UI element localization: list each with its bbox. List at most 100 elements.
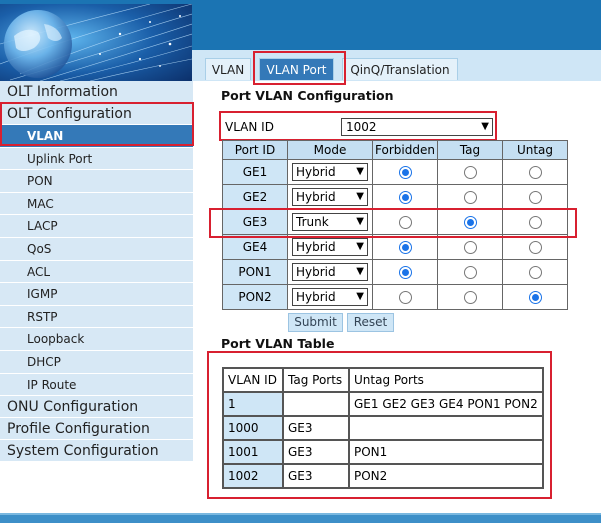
table-row: 1001 GE3 PON1 xyxy=(222,439,544,465)
untag-radio[interactable] xyxy=(528,291,542,304)
table-row: 1002 GE3 PON2 xyxy=(222,463,544,489)
sidebar-item-pon[interactable]: PON xyxy=(0,170,193,193)
vlan-id-select[interactable]: 1002 ▼ xyxy=(341,118,493,136)
sidebar-item-qos[interactable]: QoS xyxy=(0,237,193,261)
untag-ports-cell: PON2 xyxy=(348,463,544,489)
tag-cell xyxy=(437,184,503,210)
logo-globe-image xyxy=(0,4,192,81)
mode-cell: Hybrid ▼ xyxy=(287,259,373,285)
port-id-cell: PON2 xyxy=(222,284,288,310)
sidebar-item-mac[interactable]: MAC xyxy=(0,192,193,216)
table-row: GE2 Hybrid ▼ xyxy=(222,184,568,210)
section-title-port-vlan-table: Port VLAN Table xyxy=(221,336,335,351)
reset-button[interactable]: Reset xyxy=(347,313,394,332)
forbidden-radio[interactable] xyxy=(398,191,412,204)
mode-select[interactable]: Hybrid ▼ xyxy=(292,263,368,281)
tag-ports-cell: GE3 xyxy=(282,439,350,465)
tag-cell xyxy=(437,259,503,285)
sidebar-item-rstp[interactable]: RSTP xyxy=(0,305,193,329)
port-id-cell: GE2 xyxy=(222,184,288,210)
tag-radio[interactable] xyxy=(463,291,477,304)
mode-select-value: Hybrid xyxy=(296,240,336,254)
tag-radio[interactable] xyxy=(463,166,477,179)
untag-radio[interactable] xyxy=(528,241,542,254)
forbidden-cell xyxy=(372,184,438,210)
tag-radio[interactable] xyxy=(463,266,477,279)
table-row: 1 GE1 GE2 GE3 GE4 PON1 PON2 xyxy=(222,391,544,417)
forbidden-cell xyxy=(372,284,438,310)
table-row: GE4 Hybrid ▼ xyxy=(222,234,568,260)
submit-button[interactable]: Submit xyxy=(288,313,343,332)
untag-radio[interactable] xyxy=(528,191,542,204)
untag-cell xyxy=(502,159,568,185)
header-port-id: Port ID xyxy=(222,140,288,160)
table-row: PON1 Hybrid ▼ xyxy=(222,259,568,285)
bottom-border xyxy=(0,513,601,523)
chevron-down-icon: ▼ xyxy=(356,266,364,277)
untag-cell xyxy=(502,259,568,285)
sidebar-item-uplink-port[interactable]: Uplink Port xyxy=(0,147,193,171)
port-id-cell: GE4 xyxy=(222,234,288,260)
chevron-down-icon: ▼ xyxy=(356,291,364,302)
table-row: PON2 Hybrid ▼ xyxy=(222,284,568,310)
mode-select[interactable]: Hybrid ▼ xyxy=(292,188,368,206)
sidebar-item-system-configuration[interactable]: System Configuration xyxy=(0,440,193,463)
sidebar-item-onu-configuration[interactable]: ONU Configuration xyxy=(0,396,193,419)
mode-select-value: Hybrid xyxy=(296,265,336,279)
mode-select[interactable]: Hybrid ▼ xyxy=(292,238,368,256)
tab-vlan[interactable]: VLAN xyxy=(205,58,251,80)
table-row: GE1 Hybrid ▼ xyxy=(222,159,568,185)
vlan-id-label: VLAN ID xyxy=(225,120,274,134)
sidebar-item-olt-information[interactable]: OLT Information xyxy=(0,81,193,103)
untag-ports-cell: GE1 GE2 GE3 GE4 PON1 PON2 xyxy=(348,391,544,417)
sidebar-item-loopback[interactable]: Loopback xyxy=(0,328,193,351)
header-untag: Untag xyxy=(502,140,568,160)
page: OLT Information OLT Configuration VLAN U… xyxy=(0,0,601,523)
forbidden-radio[interactable] xyxy=(398,241,412,254)
sidebar-item-igmp[interactable]: IGMP xyxy=(0,283,193,306)
mode-select[interactable]: Hybrid ▼ xyxy=(292,288,368,306)
mode-cell: Hybrid ▼ xyxy=(287,184,373,210)
header-vlan-id: VLAN ID xyxy=(222,367,284,393)
header-bar xyxy=(192,4,601,50)
sidebar-item-dhcp[interactable]: DHCP xyxy=(0,350,193,374)
forbidden-radio[interactable] xyxy=(398,166,412,179)
untag-radio[interactable] xyxy=(528,266,542,279)
header-forbidden: Forbidden xyxy=(372,140,438,160)
tag-cell xyxy=(437,159,503,185)
tag-cell xyxy=(437,284,503,310)
forbidden-radio[interactable] xyxy=(398,266,412,279)
untag-radio[interactable] xyxy=(528,166,542,179)
tab-qinq-translation[interactable]: QinQ/Translation xyxy=(342,58,458,80)
highlight-box-ge3-row xyxy=(209,208,577,238)
sidebar-item-lacp[interactable]: LACP xyxy=(0,215,193,238)
sidebar-item-profile-configuration[interactable]: Profile Configuration xyxy=(0,418,193,441)
highlight-box-olt-configuration xyxy=(0,102,194,146)
header-tag: Tag xyxy=(437,140,503,160)
mode-select-value: Hybrid xyxy=(296,190,336,204)
forbidden-radio[interactable] xyxy=(398,291,412,304)
mode-select[interactable]: Hybrid ▼ xyxy=(292,163,368,181)
chevron-down-icon: ▼ xyxy=(356,191,364,202)
untag-cell xyxy=(502,284,568,310)
tag-radio[interactable] xyxy=(463,241,477,254)
header-tag-ports: Tag Ports xyxy=(282,367,350,393)
forbidden-cell xyxy=(372,234,438,260)
table-header-row: VLAN ID Tag Ports Untag Ports xyxy=(222,367,544,393)
forbidden-cell xyxy=(372,159,438,185)
tag-ports-cell: GE3 xyxy=(282,415,350,441)
vlan-id-select-value: 1002 xyxy=(346,120,377,134)
vlan-id-cell: 1002 xyxy=(222,463,284,489)
tag-ports-cell xyxy=(282,391,350,417)
chevron-down-icon: ▼ xyxy=(356,241,364,252)
sidebar-item-acl[interactable]: ACL xyxy=(0,260,193,284)
port-id-cell: GE1 xyxy=(222,159,288,185)
vlan-id-cell: 1000 xyxy=(222,415,284,441)
tag-radio[interactable] xyxy=(463,191,477,204)
sidebar-item-ip-route[interactable]: IP Route xyxy=(0,373,193,397)
untag-cell xyxy=(502,234,568,260)
header-mode: Mode xyxy=(287,140,373,160)
vlan-id-cell: 1001 xyxy=(222,439,284,465)
table-header-row: Port ID Mode Forbidden Tag Untag xyxy=(222,140,568,160)
port-vlan-table: VLAN ID Tag Ports Untag Ports 1 GE1 GE2 … xyxy=(222,367,544,489)
